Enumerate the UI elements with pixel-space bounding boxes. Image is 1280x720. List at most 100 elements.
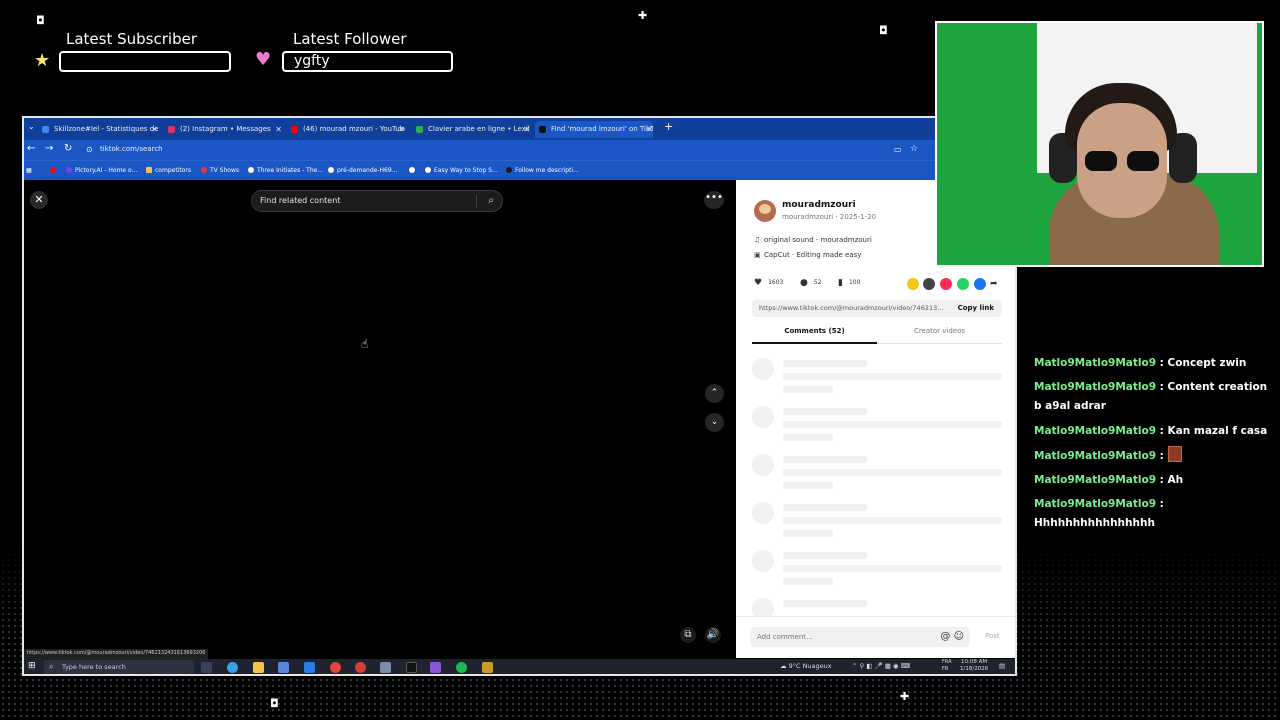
volume-icon[interactable]: 🔊: [705, 627, 721, 643]
latest-subscriber-box: [59, 51, 231, 72]
add-comment-input[interactable]: Add comment... @ ☺: [750, 627, 970, 647]
file-explorer-icon[interactable]: [253, 662, 264, 673]
forward-icon[interactable]: →: [45, 143, 53, 154]
bookmark-item[interactable]: Easy Way to Stop S...: [425, 167, 498, 174]
windows-start-icon[interactable]: ⊞: [28, 661, 36, 671]
emoji-icon[interactable]: ☺: [954, 631, 964, 642]
related-search-input[interactable]: Find related content ⌕: [251, 190, 503, 212]
post-button[interactable]: Post: [985, 632, 1000, 640]
video-player[interactable]: ✕ Find related content ⌕ ••• ⌃ ⌄ ⧉ 🔊 ☝: [24, 180, 736, 658]
share-arrow-icon[interactable]: ➦: [990, 278, 1002, 290]
comment-button[interactable]: ● 52: [800, 278, 822, 288]
embed-icon[interactable]: [923, 278, 935, 290]
obs-icon[interactable]: [355, 662, 366, 673]
spotify-icon[interactable]: [456, 662, 467, 673]
comment-icon: ●: [800, 278, 808, 288]
edge-icon[interactable]: [227, 662, 238, 673]
reload-icon[interactable]: ↻: [64, 143, 72, 154]
chat-message: Matlo9Matlo9Matlo9 :: [1034, 446, 1274, 466]
install-icon[interactable]: ▭: [894, 145, 902, 154]
emote-icon: [1167, 446, 1182, 462]
back-icon[interactable]: ←: [27, 143, 35, 154]
app-icon[interactable]: [482, 662, 493, 673]
mention-icon[interactable]: @: [940, 631, 950, 642]
close-tab-icon: ✕: [151, 125, 158, 134]
latest-follower-box: ygfty: [282, 51, 453, 72]
bookmark-icon: ▮: [838, 278, 843, 288]
app-icon[interactable]: [304, 662, 315, 673]
like-button[interactable]: ♥ 1603: [754, 278, 783, 288]
app-icon[interactable]: [430, 662, 441, 673]
bookmarks-bar: ▦ Pictory.AI - Home o... competitors TV …: [24, 160, 1015, 180]
author-meta: mouradmzouri · 2025-1-20: [782, 213, 877, 221]
store-icon[interactable]: [278, 662, 289, 673]
bookmark-item[interactable]: [50, 167, 59, 174]
whatsapp-icon[interactable]: [957, 278, 969, 290]
clock[interactable]: 10:08 AM 1/18/2026: [960, 659, 988, 673]
bookmark-item[interactable]: Follow me descripti...: [506, 167, 579, 174]
close-icon[interactable]: ✕: [30, 191, 48, 209]
close-tab-icon: ✕: [523, 125, 530, 134]
copy-link-button[interactable]: Copy link: [958, 300, 994, 317]
browser-tab[interactable]: Clavier arabe en ligne • Lexilog ✕: [412, 121, 530, 138]
browser-tab[interactable]: Skillzone#Iel - Statistiques de l' ✕: [38, 121, 158, 138]
next-video-button[interactable]: ⌄: [705, 413, 724, 432]
task-view-icon[interactable]: [201, 662, 212, 673]
site-info-icon[interactable]: ⊙: [86, 145, 93, 154]
tab-creator-videos[interactable]: Creator videos: [877, 327, 1002, 335]
facebook-icon[interactable]: [974, 278, 986, 290]
sparkle-icon: ◘: [270, 697, 279, 710]
bookmark-item[interactable]: Pictory.AI - Home o...: [66, 167, 137, 174]
tiktok-icon[interactable]: [406, 662, 417, 673]
comment-composer: Add comment... @ ☺ Post: [736, 616, 1015, 658]
bookmark-item[interactable]: [409, 167, 418, 174]
sparkle-icon: ✚: [638, 9, 648, 22]
video-link-field[interactable]: https://www.tiktok.com/@mouradmzouri/vid…: [752, 300, 1002, 317]
chat-message: Matlo9Matlo9Matlo9 : Ah: [1034, 474, 1184, 486]
browser-tab[interactable]: (2) Instagram • Messages ✕: [164, 121, 282, 138]
sparkle-icon: ◘: [879, 24, 888, 37]
language-indicator[interactable]: FRA FR: [942, 659, 952, 673]
more-options-icon[interactable]: •••: [704, 191, 724, 209]
author-username[interactable]: mouradmzouri: [782, 200, 856, 210]
panel-tabs: Comments (52) Creator videos: [752, 324, 1002, 344]
tab-menu-icon[interactable]: ⌄: [28, 122, 35, 131]
taskbar-search-input[interactable]: ⌕ Type here to search: [44, 660, 194, 674]
bookmark-item[interactable]: pré-demande-H69...: [328, 167, 397, 174]
music-note-icon: ♫: [754, 236, 761, 244]
chrome-icon[interactable]: [330, 662, 341, 673]
tab-comments[interactable]: Comments (52): [752, 327, 877, 344]
chat-message: Matlo9Matlo9Matlo9 : Content creation b …: [1034, 381, 1268, 412]
capcut-row[interactable]: ▣ CapCut · Editing made easy: [754, 251, 861, 259]
cloud-icon: ☁: [780, 662, 787, 670]
notification-icon[interactable]: ▤: [999, 662, 1005, 670]
bookmark-item[interactable]: TV Shows: [201, 167, 239, 174]
previous-video-button[interactable]: ⌃: [705, 384, 724, 403]
status-url: https://www.tiktok.com/@mouradmzouri/vid…: [24, 649, 209, 659]
tray-icons[interactable]: ⌃ ⚲ ◧ 🎤 ▦ ◉ ⌨: [852, 662, 910, 670]
url-field[interactable]: tiktok.com/search: [100, 145, 163, 153]
chat-message: Matlo9Matlo9Matlo9 : Kan mazal f casa: [1034, 425, 1268, 437]
share-tiktok-icon[interactable]: [940, 278, 952, 290]
bookmark-item[interactable]: Three Initiates - The...: [248, 167, 323, 174]
browser-tab[interactable]: (46) mourad mzouri - YouTube ✕: [287, 121, 405, 138]
weather-widget[interactable]: ☁ 9°C Nuageux: [780, 662, 832, 670]
bookmark-star-icon[interactable]: ☆: [910, 144, 918, 154]
avatar[interactable]: [754, 200, 776, 222]
address-bar: ← → ↻ ⊙ tiktok.com/search ▭ ☆: [24, 140, 1015, 160]
latest-subscriber-title: Latest Subscriber: [66, 30, 197, 48]
sound-row[interactable]: ♫ original sound - mouradmzouri: [754, 236, 872, 244]
bookmark-item[interactable]: competitors: [146, 167, 191, 174]
browser-tab-active[interactable]: Find 'mourad lmzouri' on TikTo ✕: [535, 121, 653, 138]
sparkle-icon: ✚: [900, 690, 910, 703]
apps-icon[interactable]: ▦: [26, 167, 32, 174]
heart-icon: ♥: [754, 278, 763, 288]
close-tab-icon: ✕: [646, 125, 653, 134]
heart-icon: ♥: [255, 49, 272, 70]
save-button[interactable]: ▮ 100: [838, 278, 860, 288]
share-friends-icon[interactable]: [907, 278, 919, 290]
search-icon[interactable]: ⌕: [488, 191, 494, 211]
new-tab-button[interactable]: +: [664, 120, 673, 133]
app-icon[interactable]: [380, 662, 391, 673]
pip-icon[interactable]: ⧉: [680, 627, 696, 643]
